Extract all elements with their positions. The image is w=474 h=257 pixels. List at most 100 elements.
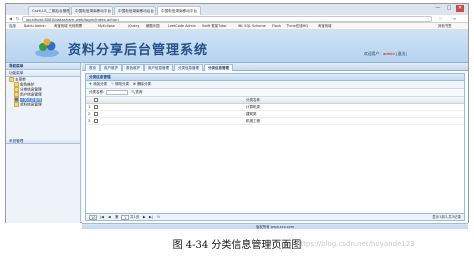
row-checkbox[interactable]	[94, 118, 98, 124]
tab-category[interactable]: 分类信息管理	[174, 64, 203, 71]
user-label: 欢迎用户：	[364, 51, 383, 56]
search-row: 分类名称： 🔍查询	[86, 89, 464, 97]
table-row[interactable]: 2 建筑类	[86, 111, 464, 118]
tab-user-maintain[interactable]: 用户维护	[100, 64, 122, 71]
add-icon: ✚	[89, 82, 92, 86]
row-number: 3	[88, 119, 91, 123]
category-name-cell: 建筑类	[246, 112, 257, 116]
sidebar: 导航菜单 功能菜单 主菜单 角色维护 分类信息管理 用户信息管理 分类信息管理 …	[6, 63, 81, 223]
logout-link[interactable]: [退出]	[396, 51, 407, 56]
screenshot-frame: Cacti.LS_二期后台管理平台 中国电信湖南移动平台 中国电信湖南移动后台 …	[5, 3, 469, 229]
section-label: 系统管理	[9, 139, 24, 143]
total-pages-label: 共1页	[130, 215, 140, 219]
section-label: 功能菜单	[9, 71, 24, 75]
file-icon	[14, 102, 19, 107]
refresh-icon[interactable]: ↻	[157, 214, 160, 221]
row-checkbox[interactable]	[94, 104, 98, 110]
bookmark-item[interactable]: 淘宝商城 代码购票	[54, 24, 82, 29]
pagination-info: 显示1到3,共3记录	[432, 215, 461, 219]
edit-icon: ✎	[111, 82, 114, 86]
sidebar-item-label: 分类信息管理	[20, 87, 42, 92]
category-grid: 分类信息管理 ✚ 添加分类 ✎ 修改分类 ✖ 删除分类 分类名称： 🔍查询 分类…	[85, 73, 465, 221]
star-icon[interactable]: ☆	[438, 16, 443, 22]
delete-icon: ✖	[133, 82, 136, 86]
table-row[interactable]: 3 机械工程	[86, 118, 464, 125]
bookmark-item[interactable]: 下one在线MQ	[286, 24, 308, 29]
tree-root-label: 主菜单	[15, 77, 26, 82]
button-label: 修改分类	[115, 82, 130, 86]
bookmark-item[interactable]: LeetCode Admin	[168, 24, 196, 29]
next-page-icon[interactable]: ▶	[143, 214, 146, 221]
menu-icon[interactable]: ≡	[452, 16, 457, 22]
url-input[interactable]: localhost:8080/datashare-web/login/index…	[22, 16, 432, 22]
site-banner: 资料分享后台管理系统 欢迎用户：admin [退出]	[6, 30, 468, 63]
button-label: 删除分类	[137, 82, 152, 86]
row-number: 1	[88, 105, 91, 109]
sidebar-item-label: 角色维护	[20, 82, 35, 87]
page-number-input[interactable]: 1	[121, 215, 130, 220]
category-name-cell: 机械工程	[246, 119, 260, 123]
page-label: 第	[115, 215, 119, 219]
bookmark-item-other[interactable]: 其他书签	[438, 24, 452, 29]
close-window-button[interactable]: ✕	[456, 5, 464, 12]
prev-page-icon[interactable]: ◀	[108, 214, 111, 221]
site-title: 资料分享后台管理系统	[68, 43, 209, 58]
column-header-name[interactable]: 分类名称	[246, 97, 260, 103]
button-label: 查询	[135, 90, 143, 94]
tab-user-info[interactable]: 用户信息管理	[144, 64, 173, 71]
main-content: 首页 用户维护 角色维护 用户信息管理 分类信息管理 分类信息管理 分类信息管理…	[82, 63, 468, 223]
category-name-cell: 计算机类	[246, 105, 260, 109]
reload-icon[interactable]: ↻	[15, 16, 20, 22]
main-tabs: 首页 用户维护 角色维护 用户信息管理 分类信息管理 分类信息管理	[82, 63, 468, 71]
user-info: 欢迎用户：admin [退出]	[364, 51, 407, 57]
sidebar-item-resources[interactable]: 资料信息管理	[6, 102, 80, 107]
sidebar-title: 导航菜单	[6, 63, 80, 70]
browser-tab[interactable]: 中国电信湖南移动平台	[71, 6, 113, 15]
bookmark-item[interactable]: 淘宝商城	[318, 24, 332, 29]
back-icon[interactable]: ◀	[8, 16, 13, 22]
bookmark-item[interactable]: MyEclipse	[98, 24, 115, 29]
bookmark-item[interactable]: 应用	[9, 24, 16, 29]
browser-tab-active[interactable]: 中国电信湖南移动平台	[157, 6, 201, 15]
grid-toolbar: ✚ 添加分类 ✎ 修改分类 ✖ 删除分类	[86, 81, 464, 89]
bookmark-item[interactable]: IBL SQL Scheme	[238, 24, 266, 29]
bookmark-item[interactable]: Baidu Admin	[24, 24, 46, 29]
watermark: https://blog.csdn.net/huyande123	[296, 240, 415, 248]
table-row[interactable]: 1 计算机类	[86, 104, 464, 111]
search-button[interactable]: 🔍查询	[131, 90, 142, 95]
tab-role-maintain[interactable]: 角色维护	[122, 64, 144, 71]
search-label: 分类名称：	[89, 90, 107, 94]
bookmark-item[interactable]: Flash	[272, 24, 281, 29]
row-checkbox[interactable]	[94, 111, 98, 117]
tab-home[interactable]: 首页	[85, 64, 100, 71]
bookmark-item[interactable]: jQuery	[128, 24, 139, 29]
row-number: 2	[88, 112, 91, 116]
footer: 版权所有 www.xxx.com	[82, 223, 468, 229]
browser-tab[interactable]: 中国电信湖南移动后台	[114, 6, 156, 15]
address-bar: ◀ ↻ localhost:8080/datashare-web/login/i…	[6, 15, 468, 23]
select-all-checkbox[interactable]	[94, 97, 98, 103]
browser-tab[interactable]: Cacti.LS_二期后台管理平台	[28, 6, 70, 15]
category-name-input[interactable]	[106, 90, 128, 95]
sidebar-item-label: 资料信息管理	[20, 102, 42, 107]
browser-tab-bar: Cacti.LS_二期后台管理平台 中国电信湖南移动平台 中国电信湖南移动后台 …	[6, 4, 468, 15]
sidebar-section-header[interactable]: 功能菜单	[6, 70, 80, 77]
first-page-icon[interactable]: |◀	[100, 214, 104, 221]
button-label: 添加分类	[93, 82, 108, 86]
last-page-icon[interactable]: ▶|	[149, 214, 153, 221]
pagination-bar: 10 |◀ ◀ 第 1 共1页 ▶ ▶| ↻ 显示1到3,共3记录	[86, 213, 464, 220]
edit-category-button[interactable]: ✎ 修改分类	[111, 82, 129, 87]
page-size-select[interactable]: 10	[89, 215, 98, 220]
sidebar-item-label: 用户信息管理	[20, 92, 42, 97]
site-logo	[35, 38, 59, 57]
bookmarks-bar: 应用 Baidu Admin 淘宝商城 代码购票 MyEclipse jQuer…	[6, 23, 468, 30]
sidebar-item-label: 分类信息管理	[20, 97, 42, 102]
bookmark-item[interactable]: Swift 框架Tutor	[202, 24, 227, 29]
sidebar-system-section[interactable]: 系统管理	[6, 138, 80, 144]
minimize-button[interactable]: —	[434, 5, 442, 12]
delete-category-button[interactable]: ✖ 删除分类	[133, 82, 151, 87]
bookmark-item[interactable]: 解题乐园	[146, 24, 160, 29]
tab-category-active[interactable]: 分类信息管理	[204, 64, 233, 71]
maximize-button[interactable]: □	[445, 5, 453, 12]
add-category-button[interactable]: ✚ 添加分类	[89, 82, 107, 87]
